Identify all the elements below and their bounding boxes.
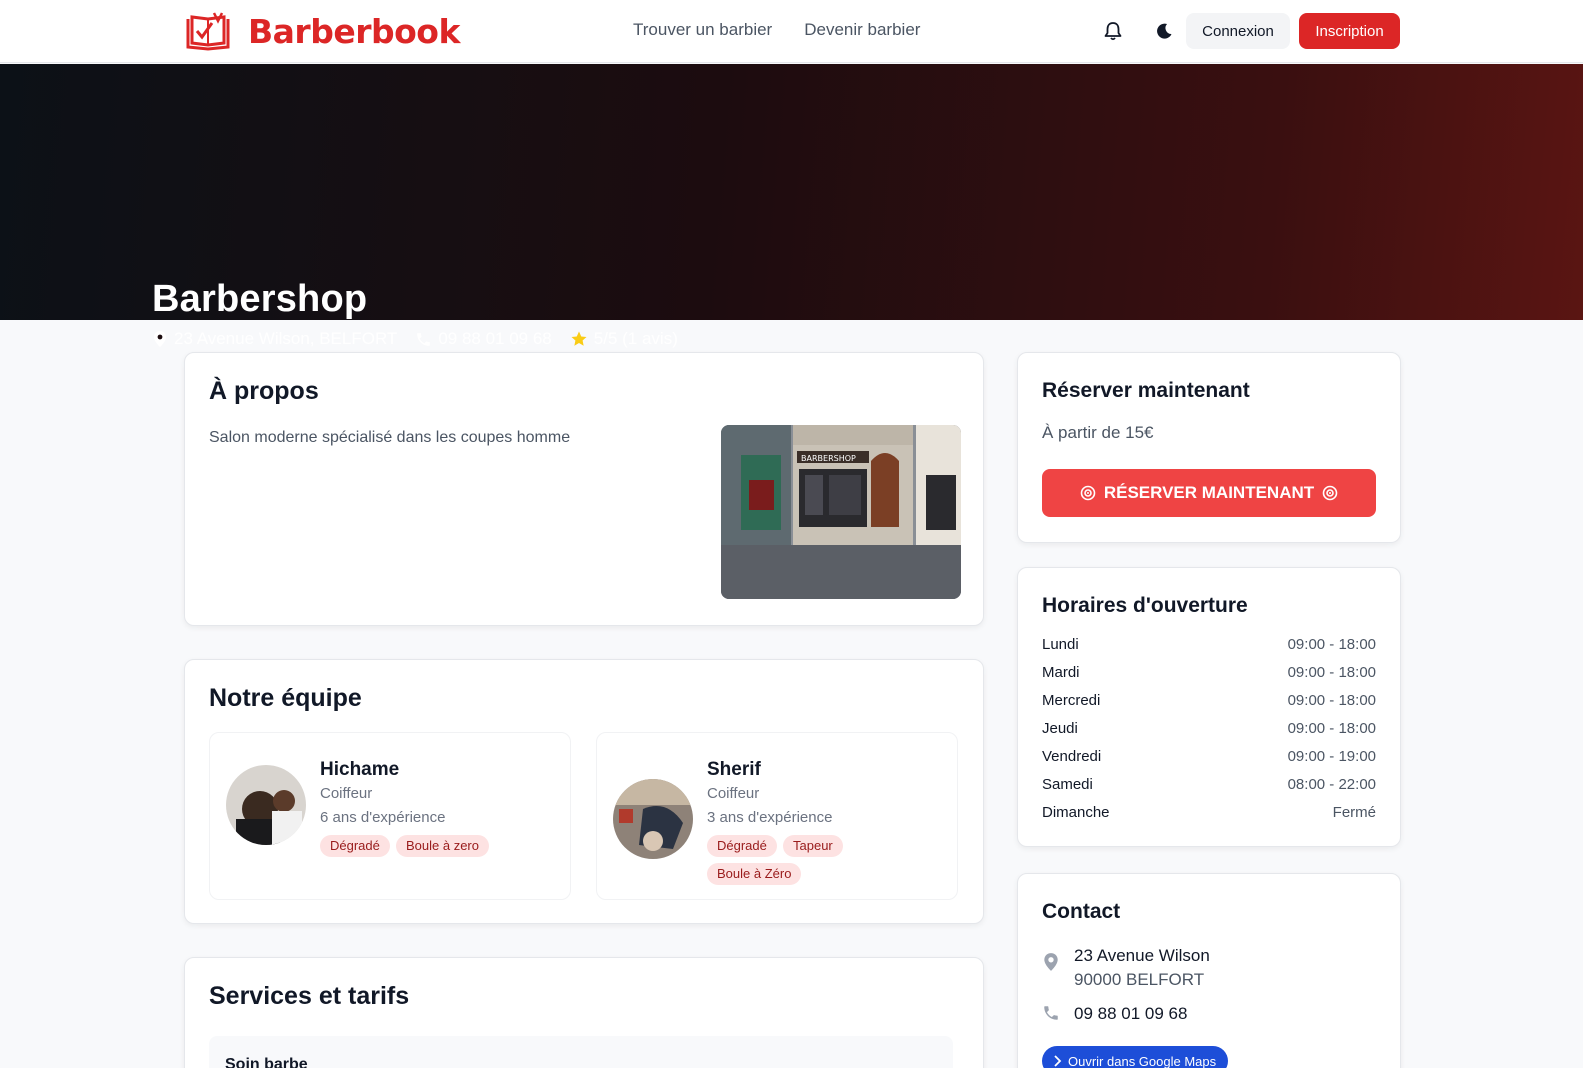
- hours-row: Jeudi 09:00 - 18:00: [1042, 720, 1376, 748]
- hours-day: Jeudi: [1042, 720, 1078, 737]
- about-card: À propos Salon moderne spécialisé dans l…: [184, 352, 984, 626]
- open-google-maps-button[interactable]: Ouvrir dans Google Maps: [1042, 1046, 1229, 1068]
- skill-tag: Dégradé: [707, 835, 777, 857]
- shop-photo[interactable]: BARBERSHOP: [721, 425, 961, 599]
- member-role: Coiffeur: [707, 785, 760, 802]
- chevron-right-icon: [1054, 1055, 1062, 1067]
- book-now-button[interactable]: RÉSERVER MAINTENANT: [1042, 469, 1376, 517]
- skill-tag: Dégradé: [320, 835, 390, 857]
- member-name: Sherif: [707, 759, 761, 780]
- login-button[interactable]: Connexion: [1186, 13, 1290, 49]
- shop-sign-text: BARBERSHOP: [801, 454, 856, 463]
- shop-rating: 5/5 (1 avis): [570, 329, 678, 349]
- top-navbar: Barberbook Trouver un barbier Devenir ba…: [0, 0, 1583, 63]
- map-pin-icon: [1044, 953, 1058, 971]
- service-name: Soin barbe: [225, 1056, 308, 1068]
- skill-tag: Boule à zero: [396, 835, 489, 857]
- nav-find-barber[interactable]: Trouver un barbier: [633, 20, 772, 40]
- hero-banner: Barbershop 23 Avenue Wilson, BELFORT 09 …: [0, 64, 1583, 348]
- member-name: Hichame: [320, 759, 400, 780]
- hours-day: Dimanche: [1042, 804, 1110, 821]
- contact-address-line1: 23 Avenue Wilson: [1074, 946, 1210, 965]
- shop-meta: 23 Avenue Wilson, BELFORT 09 88 01 09 68…: [152, 329, 678, 349]
- target-icon: [1322, 485, 1338, 501]
- brand-logo[interactable]: Barberbook: [184, 11, 460, 51]
- contact-title: Contact: [1042, 900, 1121, 923]
- contact-phone-text: 09 88 01 09 68: [1074, 1004, 1188, 1023]
- brand-name: Barberbook: [248, 11, 460, 51]
- team-member-sherif[interactable]: Sherif Coiffeur 3 ans d'expérience Dégra…: [596, 732, 958, 900]
- hours-time: 09:00 - 18:00: [1287, 664, 1376, 681]
- hours-row: Vendredi 09:00 - 19:00: [1042, 748, 1376, 776]
- hours-day: Mercredi: [1042, 692, 1101, 709]
- shop-title: Barbershop: [152, 278, 368, 320]
- booking-title: Réserver maintenant: [1042, 379, 1250, 402]
- bell-icon[interactable]: [1100, 18, 1126, 44]
- team-member-hichame[interactable]: Hichame Coiffeur 6 ans d'expérience Dégr…: [209, 732, 571, 900]
- open-google-maps-label: Ouvrir dans Google Maps: [1068, 1053, 1217, 1068]
- skill-tag: Tapeur: [783, 835, 843, 857]
- hours-row: Samedi 08:00 - 22:00: [1042, 776, 1376, 804]
- team-title: Notre équipe: [209, 684, 362, 712]
- about-title: À propos: [209, 377, 319, 405]
- hours-row: Lundi 09:00 - 18:00: [1042, 636, 1376, 664]
- hours-row: Dimanche Fermé: [1042, 804, 1376, 832]
- hours-time: 09:00 - 18:00: [1287, 636, 1376, 653]
- team-card: Notre équipe Hichame Coiffeur 6 ans d'ex…: [184, 659, 984, 924]
- hours-day: Lundi: [1042, 636, 1079, 653]
- main-nav: Trouver un barbier Devenir barbier: [633, 20, 920, 40]
- opening-hours-card: Horaires d'ouverture Lundi 09:00 - 18:00 …: [1017, 567, 1401, 847]
- avatar: [613, 779, 693, 859]
- hours-time: 08:00 - 22:00: [1287, 776, 1376, 793]
- skill-tag: Boule à Zéro: [707, 863, 802, 885]
- hours-day: Mardi: [1042, 664, 1080, 681]
- book-now-label: RÉSERVER MAINTENANT: [1103, 483, 1315, 502]
- price-from: À partir de 15€: [1042, 423, 1154, 442]
- hours-time: Fermé: [1332, 804, 1376, 821]
- member-experience: 3 ans d'expérience: [707, 809, 833, 826]
- moon-icon[interactable]: [1151, 18, 1177, 44]
- logo-book-icon: [186, 12, 230, 51]
- services-card: Services et tarifs Soin barbe: [184, 957, 984, 1068]
- shop-phone-text: 09 88 01 09 68: [438, 329, 552, 348]
- signup-button[interactable]: Inscription: [1299, 13, 1400, 49]
- phone-icon: [1044, 1006, 1058, 1020]
- hours-title: Horaires d'ouverture: [1042, 594, 1248, 617]
- services-title: Services et tarifs: [209, 982, 410, 1010]
- hours-time: 09:00 - 18:00: [1287, 692, 1376, 709]
- nav-become-barber[interactable]: Devenir barbier: [804, 20, 920, 40]
- hours-time: 09:00 - 18:00: [1287, 720, 1376, 737]
- shop-address: 23 Avenue Wilson, BELFORT: [152, 329, 397, 349]
- contact-address: 23 Avenue Wilson 90000 BELFORT: [1042, 944, 1210, 992]
- phone-icon: [417, 332, 431, 346]
- hours-time: 09:00 - 19:00: [1287, 748, 1376, 765]
- hours-list: Lundi 09:00 - 18:00 Mardi 09:00 - 18:00 Me…: [1042, 636, 1376, 832]
- shop-address-text: 23 Avenue Wilson, BELFORT: [174, 329, 398, 348]
- star-icon: [571, 331, 587, 346]
- contact-card: Contact 23 Avenue Wilson 90000 BELFORT 0…: [1017, 873, 1401, 1068]
- service-item[interactable]: Soin barbe: [209, 1036, 953, 1068]
- shop-phone[interactable]: 09 88 01 09 68: [415, 329, 552, 349]
- contact-address-line2: 90000 BELFORT: [1074, 970, 1205, 989]
- member-experience: 6 ans d'expérience: [320, 809, 446, 826]
- booking-card: Réserver maintenant À partir de 15€ RÉSE…: [1017, 352, 1401, 543]
- shop-rating-text: 5/5 (1 avis): [593, 329, 678, 348]
- avatar: [226, 765, 306, 845]
- map-pin-icon: [154, 331, 166, 347]
- about-description: Salon moderne spécialisé dans les coupes…: [209, 429, 571, 446]
- hours-row: Mercredi 09:00 - 18:00: [1042, 692, 1376, 720]
- member-role: Coiffeur: [320, 785, 373, 802]
- hours-row: Mardi 09:00 - 18:00: [1042, 664, 1376, 692]
- hours-day: Samedi: [1042, 776, 1093, 793]
- target-icon: [1080, 485, 1096, 501]
- contact-phone[interactable]: 09 88 01 09 68: [1042, 1004, 1187, 1024]
- hours-day: Vendredi: [1042, 748, 1102, 765]
